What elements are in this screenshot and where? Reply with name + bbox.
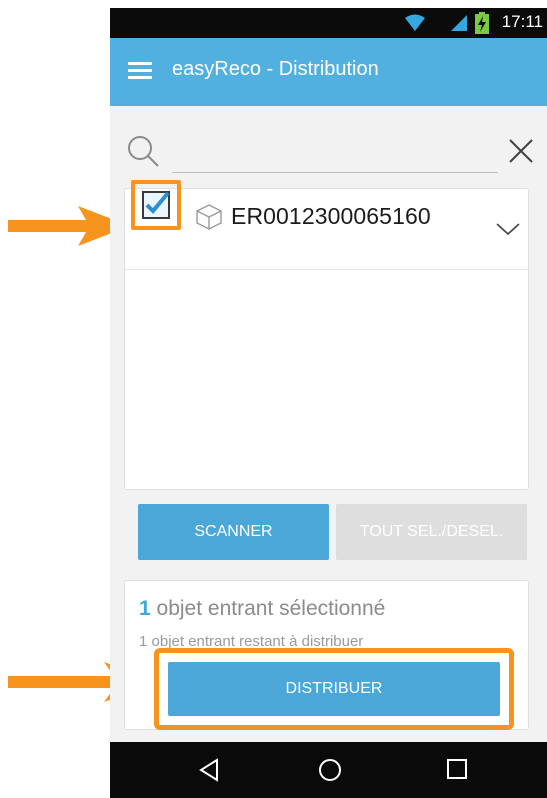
search-input[interactable] bbox=[172, 148, 498, 173]
scanner-button[interactable]: SCANNER bbox=[138, 504, 329, 560]
recents-icon[interactable] bbox=[446, 758, 468, 780]
toggle-select-button[interactable]: TOUT SEL./DESEL. bbox=[336, 504, 527, 560]
selected-text: objet entrant sélectionné bbox=[150, 597, 386, 620]
package-icon bbox=[196, 204, 222, 230]
status-time: 17:11 bbox=[501, 12, 543, 31]
list-item[interactable]: ER0012300065160 bbox=[125, 180, 528, 270]
status-bar: 17:11 bbox=[110, 8, 547, 38]
navigation-bar bbox=[110, 742, 547, 798]
battery-icon bbox=[475, 12, 489, 34]
distribute-button[interactable]: DISTRIBUER bbox=[168, 662, 500, 716]
checkbox-box bbox=[142, 191, 170, 219]
back-icon[interactable] bbox=[198, 758, 220, 782]
search-icon bbox=[128, 136, 159, 167]
chevron-down-icon[interactable] bbox=[495, 221, 521, 237]
close-icon[interactable] bbox=[508, 138, 534, 164]
main-content: ER0012300065160 SCANNER TOUT SEL./DESEL.… bbox=[110, 106, 547, 742]
selected-summary: 1 objet entrant sélectionné bbox=[139, 597, 385, 621]
page-title: easyReco - Distribution bbox=[172, 58, 379, 80]
app-bar: easyReco - Distribution bbox=[110, 38, 547, 106]
signal-icon bbox=[451, 15, 467, 31]
wifi-icon bbox=[405, 14, 425, 31]
item-list-card: ER0012300065160 bbox=[124, 180, 529, 490]
selected-count: 1 bbox=[139, 597, 151, 620]
checkmark-icon bbox=[145, 191, 170, 214]
item-checkbox[interactable] bbox=[131, 180, 181, 230]
phone-screen: 17:11 easyReco - Distribution ER00123000… bbox=[110, 8, 547, 798]
home-icon[interactable] bbox=[318, 758, 342, 782]
menu-icon[interactable] bbox=[128, 62, 156, 84]
item-reference: ER0012300065160 bbox=[231, 203, 431, 229]
